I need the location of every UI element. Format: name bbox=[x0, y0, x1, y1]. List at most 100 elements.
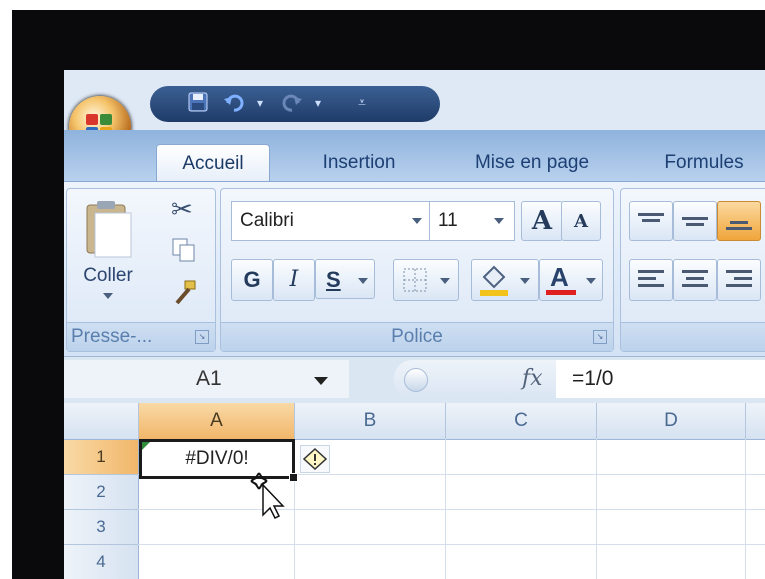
underline-label: S bbox=[326, 267, 341, 292]
photo-frame: ▾ ▾ ⩡ Accueil Insertion Mise en page For… bbox=[12, 10, 765, 579]
paste-label: Coller bbox=[83, 265, 133, 286]
font-group-label: Police bbox=[221, 322, 613, 351]
font-name-dropdown-icon bbox=[412, 218, 422, 224]
mouse-pointer-icon bbox=[250, 472, 285, 519]
fill-handle[interactable] bbox=[289, 473, 298, 482]
row-header-4[interactable]: 4 bbox=[64, 545, 139, 579]
align-top-button[interactable] bbox=[629, 201, 673, 241]
tab-accueil[interactable]: Accueil bbox=[156, 144, 270, 183]
formula-bar: A1 fx =1/0 bbox=[64, 356, 765, 404]
align-top-icon bbox=[638, 213, 664, 222]
fill-color-icon bbox=[480, 265, 508, 296]
column-header-d[interactable]: D bbox=[597, 403, 746, 440]
align-middle-button[interactable] bbox=[673, 201, 717, 241]
ribbon-tabs: Accueil Insertion Mise en page Formules bbox=[64, 130, 765, 183]
undo-dropdown-icon[interactable]: ▾ bbox=[248, 91, 272, 115]
excel-window: ▾ ▾ ⩡ Accueil Insertion Mise en page For… bbox=[64, 70, 765, 579]
column-header-a[interactable]: A bbox=[139, 403, 295, 440]
font-color-button[interactable]: A bbox=[539, 259, 603, 301]
paste-dropdown-icon bbox=[103, 293, 113, 299]
column-divider bbox=[596, 439, 597, 579]
align-left-button[interactable] bbox=[629, 259, 673, 301]
font-name-value: Calibri bbox=[240, 210, 294, 231]
column-divider bbox=[745, 439, 746, 579]
tab-formules[interactable]: Formules bbox=[649, 144, 759, 182]
redo-dropdown-icon[interactable]: ▾ bbox=[306, 91, 330, 115]
column-divider bbox=[445, 439, 446, 579]
spreadsheet-grid: A B C D 1 2 3 4 #DIV/0! bbox=[64, 403, 765, 579]
column-header-c[interactable]: C bbox=[446, 403, 597, 440]
name-box-dropdown-icon[interactable] bbox=[314, 377, 328, 385]
row-header-1[interactable]: 1 bbox=[64, 440, 139, 475]
customize-icon[interactable]: ⩡ bbox=[350, 91, 374, 115]
paste-button[interactable]: Coller bbox=[71, 193, 145, 303]
quick-access-toolbar: ▾ ▾ ⩡ bbox=[150, 86, 440, 122]
align-bottom-button[interactable] bbox=[717, 201, 761, 241]
clipboard-group-label: Presse-... bbox=[67, 322, 215, 351]
copy-icon[interactable] bbox=[171, 237, 197, 263]
save-icon[interactable] bbox=[186, 91, 210, 115]
tab-insertion[interactable]: Insertion bbox=[294, 144, 424, 182]
fill-color-button[interactable] bbox=[471, 259, 539, 301]
formula-bar-grip-icon[interactable] bbox=[404, 368, 428, 392]
align-center-button[interactable] bbox=[673, 259, 717, 301]
grow-font-label: A bbox=[531, 206, 553, 236]
paste-icon bbox=[86, 201, 132, 258]
select-all-corner[interactable] bbox=[64, 403, 139, 440]
clipboard-group-text: Presse-... bbox=[71, 326, 153, 347]
font-size-select[interactable]: 11 bbox=[429, 201, 515, 241]
column-header-b[interactable]: B bbox=[295, 403, 446, 440]
italic-label: I bbox=[289, 267, 299, 292]
name-box-value: A1 bbox=[196, 367, 222, 390]
formula-input[interactable]: =1/0 bbox=[556, 360, 765, 398]
align-right-button[interactable] bbox=[717, 259, 761, 301]
name-box[interactable]: A1 bbox=[64, 360, 349, 398]
align-right-icon bbox=[726, 270, 752, 287]
borders-icon bbox=[403, 268, 427, 292]
font-color-swatch bbox=[546, 290, 576, 295]
alignment-group bbox=[620, 188, 765, 352]
grow-font-button[interactable]: A bbox=[521, 201, 563, 241]
undo-icon[interactable] bbox=[222, 91, 246, 115]
alignment-group-label bbox=[621, 322, 765, 351]
ribbon: Coller ✂ Presse-... ↘ Calibri 11 A A G I… bbox=[64, 181, 765, 356]
format-painter-icon[interactable] bbox=[171, 279, 199, 307]
bold-label: G bbox=[243, 267, 261, 292]
insert-function-icon[interactable]: fx bbox=[522, 360, 543, 398]
warning-diamond-icon bbox=[303, 448, 327, 470]
redo-icon[interactable] bbox=[280, 91, 304, 115]
clipboard-launcher-icon[interactable]: ↘ bbox=[195, 330, 209, 344]
italic-button[interactable]: I bbox=[273, 259, 315, 301]
tab-mise-en-page[interactable]: Mise en page bbox=[452, 144, 612, 182]
font-group: Calibri 11 A A G I S A Police ↘ bbox=[220, 188, 614, 352]
row-header-3[interactable]: 3 bbox=[64, 510, 139, 545]
shrink-font-button[interactable]: A bbox=[561, 201, 601, 241]
font-size-dropdown-icon bbox=[494, 218, 504, 224]
formula-text: =1/0 bbox=[572, 367, 614, 390]
clipboard-group: Coller ✂ Presse-... ↘ bbox=[66, 188, 216, 352]
row-divider bbox=[138, 544, 765, 545]
align-middle-icon bbox=[682, 217, 708, 226]
align-bottom-icon bbox=[726, 221, 752, 230]
column-header-e[interactable] bbox=[746, 403, 765, 440]
row-header-2[interactable]: 2 bbox=[64, 475, 139, 510]
font-color-dropdown-icon bbox=[586, 278, 596, 284]
font-group-text: Police bbox=[391, 326, 443, 347]
borders-button[interactable] bbox=[393, 259, 459, 301]
font-color-label: A bbox=[550, 262, 569, 292]
font-name-select[interactable]: Calibri bbox=[231, 201, 433, 241]
error-smart-tag-button[interactable] bbox=[300, 445, 330, 473]
underline-button[interactable]: S bbox=[315, 259, 375, 299]
underline-dropdown-icon bbox=[358, 278, 368, 284]
font-launcher-icon[interactable]: ↘ bbox=[593, 330, 607, 344]
align-center-icon bbox=[682, 270, 708, 287]
align-left-icon bbox=[638, 270, 664, 287]
cut-icon[interactable]: ✂ bbox=[171, 195, 193, 225]
font-size-value: 11 bbox=[438, 210, 458, 231]
bold-button[interactable]: G bbox=[231, 259, 273, 301]
fill-color-dropdown-icon bbox=[520, 278, 530, 284]
formula-controls: fx bbox=[394, 360, 559, 398]
borders-dropdown-icon bbox=[440, 278, 450, 284]
row-divider bbox=[138, 509, 765, 510]
shrink-font-label: A bbox=[574, 211, 588, 232]
